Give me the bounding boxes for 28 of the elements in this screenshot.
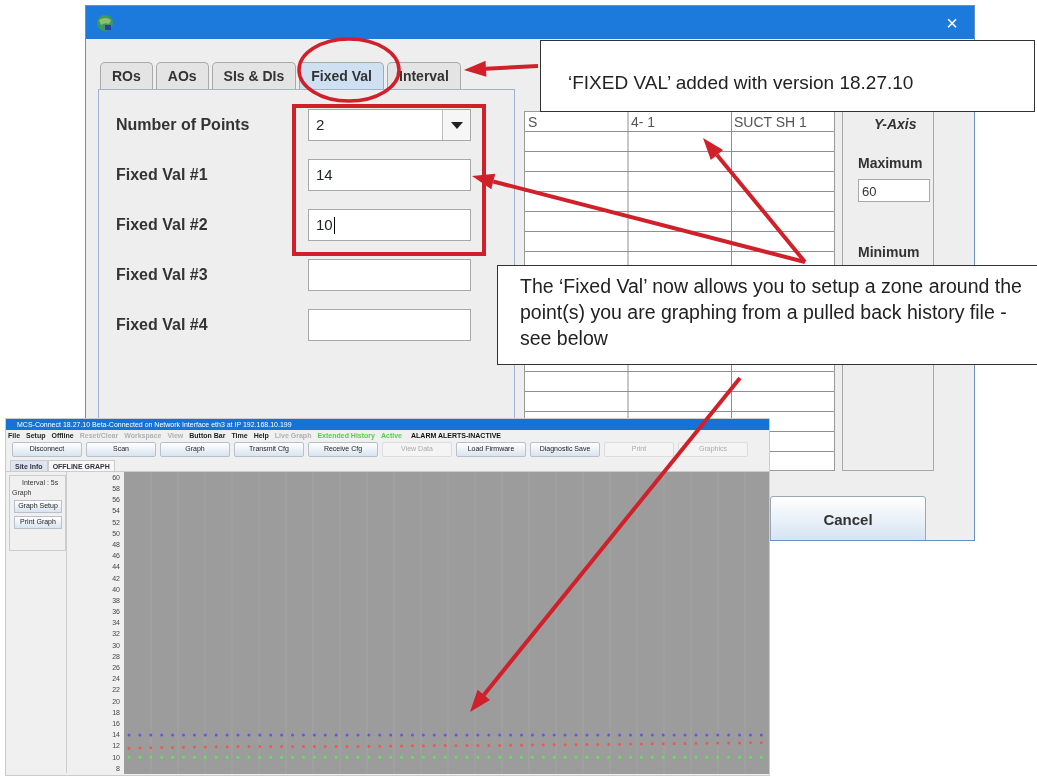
input-field[interactable]: 60 — [858, 179, 930, 202]
tab[interactable]: ROs — [100, 62, 153, 89]
callout-text: ‘FIXED VAL’ added with version 18.27.10 — [540, 40, 1035, 112]
tab[interactable]: SIs & DIs — [211, 62, 297, 89]
tab[interactable]: Fixed Val — [299, 62, 384, 89]
callout-text: The ‘Fixed Val’ now allows you to setup a zone around the point(s) you are graphing from a pulled back history file - see below — [497, 265, 1037, 365]
input-field[interactable] — [308, 259, 471, 291]
tab[interactable]: AOs — [155, 62, 209, 89]
globe-icon — [96, 13, 114, 32]
input-field[interactable] — [308, 309, 471, 341]
caret-icon — [450, 121, 463, 129]
field-label: Fixed Val #3 — [116, 265, 209, 285]
field-label: Fixed Val #2 — [116, 215, 209, 235]
field-label: Fixed Val #4 — [116, 315, 209, 335]
close-button[interactable]: × — [940, 12, 964, 33]
cancel-button[interactable]: Cancel — [770, 496, 926, 540]
field-label: Maximum — [858, 154, 924, 173]
field-label: Minimum — [858, 243, 921, 262]
dropdown[interactable]: 2 — [308, 109, 471, 141]
field-label: Number of Points — [116, 115, 251, 135]
field-label: Fixed Val #1 — [116, 165, 209, 185]
column-header: 4- 1 — [630, 113, 657, 132]
tab[interactable]: Interval — [387, 62, 461, 89]
axis-title: Y-Axis — [874, 115, 918, 134]
input-field[interactable]: 14 — [308, 159, 471, 191]
input-field[interactable]: 10 — [308, 209, 471, 241]
column-header: SUCT SH 1 — [733, 113, 808, 132]
column-header: S — [527, 113, 539, 132]
